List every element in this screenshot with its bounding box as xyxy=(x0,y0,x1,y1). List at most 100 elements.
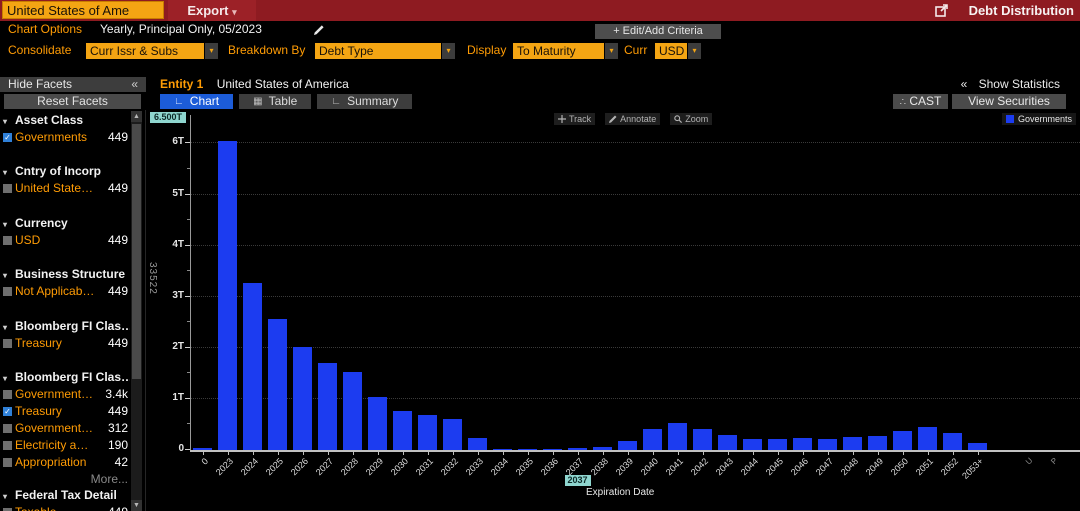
facet-section-header[interactable]: ▾Bloomberg FI Clas… xyxy=(0,369,130,386)
facet-item[interactable]: Appropriation42 xyxy=(0,454,130,471)
facet-item-label[interactable]: Taxable xyxy=(15,504,56,511)
bar-2051[interactable] xyxy=(918,427,937,450)
facet-item-label[interactable]: Treasury xyxy=(15,335,62,352)
scroll-down-icon[interactable]: ▼ xyxy=(131,500,142,511)
bar-2047[interactable] xyxy=(818,439,837,450)
facet-item[interactable]: USD449 xyxy=(0,232,130,249)
bar-2037[interactable] xyxy=(568,448,587,450)
cast-button[interactable]: ∴ CAST xyxy=(893,94,948,109)
bar-2030[interactable] xyxy=(393,411,412,450)
chevron-down-icon[interactable]: ▾ xyxy=(3,319,7,336)
checkbox-unchecked-icon[interactable] xyxy=(3,339,12,348)
facets-scrollbar[interactable]: ▲ ▼ xyxy=(131,111,142,511)
facet-item[interactable]: Treasury449 xyxy=(0,335,130,352)
facet-item[interactable]: United State…449 xyxy=(0,180,130,197)
chart-tool-zoom[interactable]: Zoom xyxy=(670,113,712,125)
tab-chart[interactable]: ∟Chart xyxy=(160,94,233,109)
checkbox-unchecked-icon[interactable] xyxy=(3,458,12,467)
facet-item-label[interactable]: USD xyxy=(15,232,40,249)
bar-2036[interactable] xyxy=(543,449,562,450)
chevron-down-icon[interactable]: ▾ xyxy=(3,267,7,284)
bar-2027[interactable] xyxy=(318,363,337,450)
breakdown-by-dropdown[interactable]: Debt Type ▾ xyxy=(315,43,455,59)
bar-2028[interactable] xyxy=(343,372,362,450)
facet-item[interactable]: ✓Treasury449 xyxy=(0,403,130,420)
facet-item-label[interactable]: Not Applicab… xyxy=(15,283,94,300)
tab-summary[interactable]: ∟Summary xyxy=(317,94,412,109)
chevron-down-icon[interactable]: ▾ xyxy=(3,113,7,130)
facet-section-header[interactable]: ▾Currency xyxy=(0,215,130,232)
checkbox-unchecked-icon[interactable] xyxy=(3,287,12,296)
bar-2039[interactable] xyxy=(618,441,637,450)
facet-item[interactable]: ✓Governments449 xyxy=(0,129,130,146)
bar-0[interactable] xyxy=(193,448,212,450)
caret-down-icon[interactable]: ▾ xyxy=(442,43,455,59)
bar-2035[interactable] xyxy=(518,449,537,450)
chevron-down-icon[interactable]: ▾ xyxy=(3,370,7,387)
facet-item-label[interactable]: Electricity a… xyxy=(15,437,88,454)
facet-more-link[interactable]: More... xyxy=(0,471,130,487)
facet-item[interactable]: Taxable449 xyxy=(0,504,130,511)
bar-2032[interactable] xyxy=(443,419,462,450)
facet-item-label[interactable]: Treasury xyxy=(15,403,62,420)
security-search-input[interactable]: United States of Ame xyxy=(2,1,164,19)
facet-item-label[interactable]: Government… xyxy=(15,386,93,403)
caret-down-icon[interactable]: ▾ xyxy=(688,43,701,59)
bar-2031[interactable] xyxy=(418,415,437,450)
checkbox-unchecked-icon[interactable] xyxy=(3,390,12,399)
checkbox-checked-icon[interactable]: ✓ xyxy=(3,407,12,416)
bar-2052[interactable] xyxy=(943,433,962,450)
bar-2049[interactable] xyxy=(868,436,887,450)
edit-add-criteria-button[interactable]: + Edit/Add Criteria xyxy=(595,24,721,39)
scroll-up-icon[interactable]: ▲ xyxy=(131,111,142,122)
maturity-distribution-chart[interactable]: 6.500T 33522 TrackAnnotateZoom Governmen… xyxy=(146,110,1080,511)
pencil-icon[interactable] xyxy=(313,24,325,36)
bar-2048[interactable] xyxy=(843,437,862,450)
bar-2050[interactable] xyxy=(893,431,912,450)
bar-2034[interactable] xyxy=(493,449,512,450)
bar-2029[interactable] xyxy=(368,397,387,450)
checkbox-unchecked-icon[interactable] xyxy=(3,424,12,433)
bar-2024[interactable] xyxy=(243,283,262,450)
chevron-down-icon[interactable]: ▾ xyxy=(3,216,7,233)
bar-2046[interactable] xyxy=(793,438,812,450)
checkbox-unchecked-icon[interactable] xyxy=(3,184,12,193)
chart-tool-track[interactable]: Track xyxy=(554,113,595,125)
bar-2038[interactable] xyxy=(593,447,612,450)
bar-2044[interactable] xyxy=(743,439,762,450)
scrollbar-thumb[interactable] xyxy=(132,124,141,379)
chevron-down-icon[interactable]: ▾ xyxy=(3,488,7,505)
bar-2023[interactable] xyxy=(218,141,237,450)
bar-2033[interactable] xyxy=(468,438,487,450)
caret-down-icon[interactable]: ▾ xyxy=(605,43,618,59)
export-menu-button[interactable]: Export ▾ xyxy=(168,0,256,21)
hide-facets-button[interactable]: Hide Facets « xyxy=(0,77,146,92)
show-statistics-button[interactable]: « Show Statistics xyxy=(961,77,1060,92)
checkbox-unchecked-icon[interactable] xyxy=(3,236,12,245)
launch-external-icon[interactable] xyxy=(935,4,948,17)
currency-dropdown[interactable]: USD ▾ xyxy=(655,43,701,59)
facet-item-label[interactable]: United State… xyxy=(15,180,93,197)
facet-item[interactable]: Government…312 xyxy=(0,420,130,437)
facet-section-header[interactable]: ▾Federal Tax Detail xyxy=(0,487,130,504)
consolidate-dropdown[interactable]: Curr Issr & Subs ▾ xyxy=(86,43,218,59)
facet-item[interactable]: Not Applicab…449 xyxy=(0,283,130,300)
chart-tool-annotate[interactable]: Annotate xyxy=(605,113,660,125)
checkbox-checked-icon[interactable]: ✓ xyxy=(3,133,12,142)
facet-section-header[interactable]: ▾Business Structure xyxy=(0,266,130,283)
checkbox-unchecked-icon[interactable] xyxy=(3,441,12,450)
facet-item[interactable]: Government…3.4k xyxy=(0,386,130,403)
tab-table[interactable]: ▦Table xyxy=(239,94,311,109)
facet-section-header[interactable]: ▾Asset Class xyxy=(0,112,130,129)
bar-2025[interactable] xyxy=(268,319,287,450)
view-securities-button[interactable]: View Securities xyxy=(952,94,1066,109)
bar-2045[interactable] xyxy=(768,439,787,450)
facet-item-label[interactable]: Government… xyxy=(15,420,93,437)
bar-2026[interactable] xyxy=(293,347,312,450)
facet-item-label[interactable]: Governments xyxy=(15,129,87,146)
facet-section-header[interactable]: ▾Cntry of Incorp xyxy=(0,163,130,180)
bar-2043[interactable] xyxy=(718,435,737,450)
reset-facets-button[interactable]: Reset Facets xyxy=(4,94,141,109)
bar-2041[interactable] xyxy=(668,423,687,450)
facet-item[interactable]: Electricity a…190 xyxy=(0,437,130,454)
